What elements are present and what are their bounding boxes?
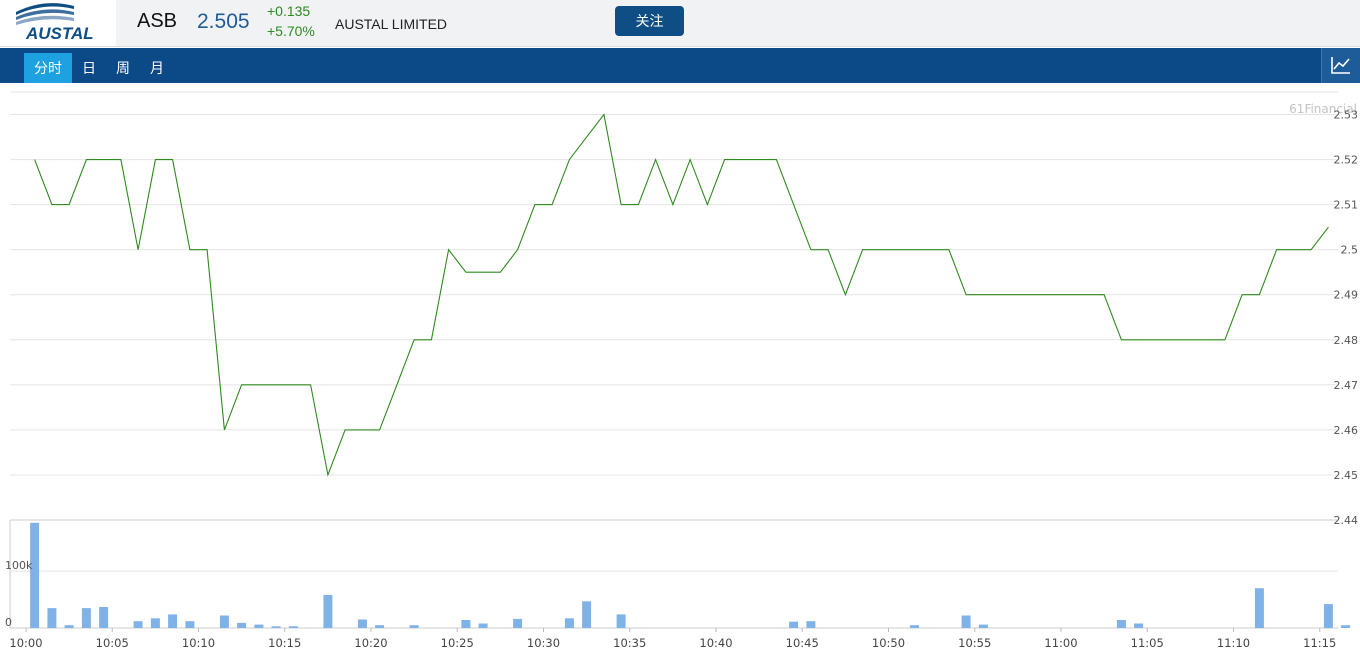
volume-bar bbox=[789, 621, 799, 628]
volume-bar bbox=[288, 626, 298, 628]
volume-bar bbox=[133, 621, 143, 628]
stock-symbol: ASB bbox=[137, 10, 178, 32]
volume-bar bbox=[961, 615, 971, 628]
period-tab-bar: 分时 日 周 月 bbox=[0, 48, 1360, 83]
volume-bars bbox=[30, 522, 1351, 628]
price-tick-label: 2.47 bbox=[1334, 379, 1359, 392]
intraday-chart[interactable]: 61Financial 2.532.522.512.52.492.482.472… bbox=[0, 83, 1360, 661]
volume-bar bbox=[150, 618, 160, 628]
volume-bar bbox=[81, 608, 91, 628]
time-tick-label: 10:40 bbox=[699, 636, 732, 650]
time-tick-label: 10:25 bbox=[441, 636, 474, 650]
volume-bar bbox=[254, 624, 264, 628]
chart-type-toggle[interactable] bbox=[1321, 48, 1360, 83]
volume-bar bbox=[513, 618, 523, 628]
volume-tick-label: 100k bbox=[5, 559, 33, 572]
volume-tick-label: 0 bbox=[5, 616, 12, 629]
volume-bar bbox=[185, 621, 195, 628]
time-tick-label: 10:35 bbox=[613, 636, 646, 650]
time-tick-label: 11:05 bbox=[1131, 636, 1164, 650]
volume-bar bbox=[409, 625, 419, 628]
volume-axis: 100k 0 bbox=[5, 559, 33, 629]
company-name: AUSTAL LIMITED bbox=[335, 16, 448, 32]
follow-button[interactable]: 关注 bbox=[615, 6, 684, 36]
price-change: +0.135 bbox=[267, 3, 311, 19]
volume-bar bbox=[375, 625, 385, 628]
time-tick-label: 10:55 bbox=[958, 636, 991, 650]
volume-bar bbox=[909, 625, 919, 628]
volume-bar bbox=[168, 614, 178, 628]
price-change-percent: +5.70% bbox=[267, 23, 315, 39]
volume-bar bbox=[806, 621, 816, 628]
time-tick-label: 10:50 bbox=[872, 636, 905, 650]
volume-bar bbox=[978, 624, 988, 628]
time-tick-label: 11:10 bbox=[1217, 636, 1250, 650]
time-tick-label: 10:00 bbox=[9, 636, 42, 650]
time-tick-label: 10:05 bbox=[96, 636, 129, 650]
volume-bar bbox=[582, 601, 592, 628]
tab-day[interactable]: 日 bbox=[76, 53, 102, 83]
time-tick-label: 11:15 bbox=[1303, 636, 1336, 650]
price-tick-label: 2.48 bbox=[1334, 334, 1359, 347]
line-chart-icon bbox=[1331, 57, 1350, 74]
volume-bar bbox=[99, 607, 109, 628]
volume-bar bbox=[1116, 620, 1126, 628]
time-tick-label: 10:30 bbox=[527, 636, 560, 650]
tab-week[interactable]: 周 bbox=[110, 53, 136, 83]
volume-bar bbox=[237, 622, 247, 628]
volume-bar bbox=[47, 608, 57, 628]
volume-bar bbox=[616, 614, 626, 628]
quote-header: AUSTAL ASB 2.505 +0.135 +5.70% AUSTAL LI… bbox=[0, 0, 1360, 47]
volume-bar bbox=[1134, 623, 1144, 628]
time-tick-label: 10:20 bbox=[354, 636, 387, 650]
volume-bar bbox=[1254, 588, 1264, 628]
time-tick-label: 11:00 bbox=[1044, 636, 1077, 650]
time-tick-label: 10:10 bbox=[182, 636, 215, 650]
volume-bar bbox=[64, 625, 74, 628]
price-axis: 2.53 2.52 2.51 2.5 2.49 2.48 2.47 2.46 2.45 2.44 bbox=[1334, 109, 1359, 527]
volume-bar bbox=[1341, 625, 1351, 628]
time-tick-label: 10:15 bbox=[268, 636, 301, 650]
volume-bar bbox=[323, 595, 333, 628]
stock-price: 2.505 bbox=[197, 10, 250, 33]
volume-bar bbox=[461, 620, 471, 628]
price-tick-label: 2.44 bbox=[1334, 514, 1359, 527]
price-tick-label: 2.5 bbox=[1341, 244, 1359, 257]
tab-intraday[interactable]: 分时 bbox=[24, 53, 72, 83]
tab-month[interactable]: 月 bbox=[144, 53, 170, 83]
price-tick-label: 2.45 bbox=[1334, 469, 1359, 482]
price-tick-label: 2.53 bbox=[1334, 109, 1359, 122]
svg-text:AUSTAL: AUSTAL bbox=[25, 24, 94, 43]
price-tick-label: 2.46 bbox=[1334, 424, 1359, 437]
price-tick-label: 2.52 bbox=[1334, 154, 1359, 167]
volume-bar bbox=[564, 618, 574, 628]
volume-bar bbox=[357, 619, 367, 628]
austal-logo: AUSTAL bbox=[0, 0, 116, 46]
volume-bar bbox=[219, 615, 229, 628]
time-tick-label: 10:45 bbox=[786, 636, 819, 650]
volume-bar bbox=[478, 623, 488, 628]
chart-grid bbox=[9, 91, 1338, 628]
volume-bar bbox=[30, 522, 40, 628]
time-axis: 10:00 10:05 10:10 10:15 10:20 10:25 10:30 10:35… bbox=[9, 628, 1336, 650]
volume-bar bbox=[1323, 604, 1333, 628]
volume-bar bbox=[271, 626, 281, 628]
price-tick-label: 2.49 bbox=[1334, 289, 1359, 302]
volume-grid bbox=[10, 570, 1338, 629]
price-tick-label: 2.51 bbox=[1334, 199, 1359, 212]
